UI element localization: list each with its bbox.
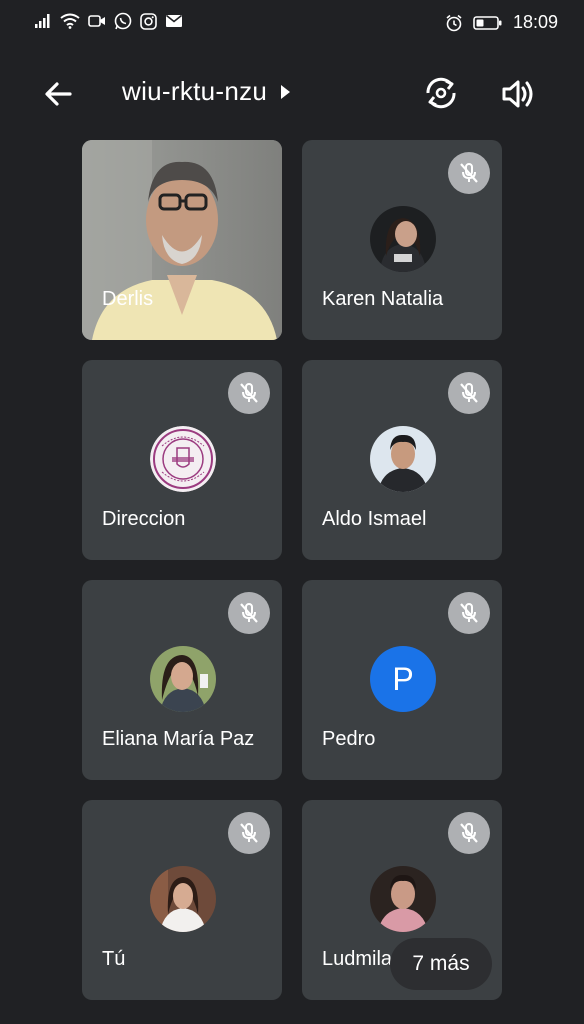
participant-tile[interactable]: Aldo Ismael xyxy=(302,360,502,560)
meeting-header: wiu-rktu-nzu xyxy=(0,64,584,120)
participant-name: Tú xyxy=(102,948,126,970)
signal-icon xyxy=(35,14,50,28)
status-time: 18:09 xyxy=(512,12,558,32)
mic-off-icon xyxy=(460,163,478,183)
participant-name: Karen Natalia xyxy=(322,288,444,310)
participant-tile[interactable]: Derlis xyxy=(82,140,282,340)
switch-camera-button[interactable] xyxy=(420,72,462,114)
mic-off-icon xyxy=(240,823,258,843)
participant-name: Ludmila xyxy=(322,948,393,970)
avatar xyxy=(370,866,436,932)
instagram-icon xyxy=(140,12,157,30)
participant-name: Derlis xyxy=(102,288,154,310)
mic-off-indicator xyxy=(448,812,490,854)
wifi-icon xyxy=(60,13,80,29)
arrow-back-icon xyxy=(45,82,72,106)
status-icons-left xyxy=(34,12,183,30)
speaker-icon xyxy=(502,80,533,108)
mic-off-indicator xyxy=(448,372,490,414)
mic-off-indicator xyxy=(228,812,270,854)
audio-output-button[interactable] xyxy=(498,74,538,114)
meeting-info-button[interactable]: wiu-rktu-nzu xyxy=(122,76,291,107)
avatar xyxy=(370,426,436,492)
participant-tile[interactable]: Tú xyxy=(82,800,282,1000)
alarm-icon xyxy=(446,14,462,31)
switch-camera-icon xyxy=(426,77,456,109)
video-notification-icon xyxy=(88,15,105,27)
participant-name: Aldo Ismael xyxy=(322,508,427,530)
participant-name: Pedro xyxy=(322,728,376,750)
status-icons-right: 18:09 xyxy=(445,12,558,33)
participant-name: Direccion xyxy=(102,508,186,530)
more-participants-button[interactable]: 7 más xyxy=(390,938,492,990)
battery-icon xyxy=(473,15,502,30)
mail-icon xyxy=(166,14,182,27)
participant-tile[interactable]: Eliana María Paz xyxy=(82,580,282,780)
caret-right-icon xyxy=(281,84,291,99)
participant-tile[interactable]: Direccion xyxy=(82,360,282,560)
whatsapp-icon xyxy=(114,12,132,30)
mic-off-indicator xyxy=(228,372,270,414)
mic-off-icon xyxy=(460,823,478,843)
meeting-code: wiu-rktu-nzu xyxy=(122,76,268,106)
mic-off-indicator xyxy=(228,592,270,634)
participant-tile[interactable]: Karen Natalia xyxy=(302,140,502,340)
participant-tile[interactable]: P Pedro xyxy=(302,580,502,780)
avatar: P xyxy=(370,646,436,712)
avatar xyxy=(150,426,216,492)
back-button[interactable] xyxy=(40,74,80,114)
mic-off-icon xyxy=(460,383,478,403)
avatar xyxy=(150,866,216,932)
mic-off-icon xyxy=(240,603,258,623)
status-bar: 18:09 xyxy=(0,0,584,46)
avatar xyxy=(370,206,436,272)
mic-off-icon xyxy=(240,383,258,403)
university-seal-logo xyxy=(150,426,216,492)
avatar xyxy=(150,646,216,712)
mic-off-indicator xyxy=(448,592,490,634)
participant-name: Eliana María Paz xyxy=(102,728,255,750)
mic-off-indicator xyxy=(448,152,490,194)
mic-off-icon xyxy=(460,603,478,623)
